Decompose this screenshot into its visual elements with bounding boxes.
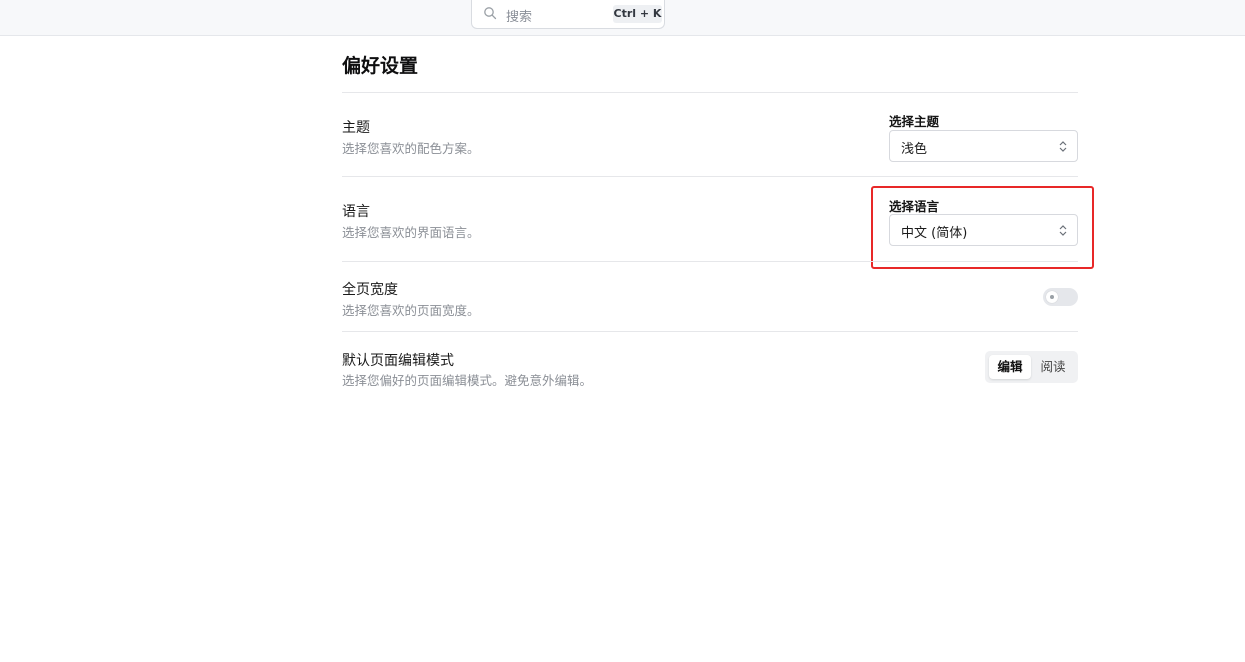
page-title: 偏好设置	[342, 55, 419, 77]
full-width-description: 选择您喜欢的页面宽度。	[342, 303, 480, 318]
theme-title: 主题	[342, 120, 370, 136]
row-divider	[342, 176, 1078, 177]
theme-description: 选择您喜欢的配色方案。	[342, 141, 480, 156]
full-width-toggle[interactable]	[1043, 288, 1078, 306]
title-divider	[342, 92, 1078, 93]
edit-mode-segmented-control: 编辑 阅读	[985, 351, 1078, 383]
theme-select[interactable]: 浅色	[889, 130, 1078, 162]
top-bar: 搜索 Ctrl + K	[0, 0, 1245, 36]
edit-mode-option-read[interactable]: 阅读	[1033, 355, 1073, 379]
language-title: 语言	[342, 204, 370, 220]
chevron-up-down-icon	[1059, 141, 1067, 152]
theme-select-value: 浅色	[901, 142, 928, 157]
edit-mode-option-edit[interactable]: 编辑	[989, 355, 1031, 379]
language-highlight-box	[871, 186, 1094, 269]
edit-mode-title: 默认页面编辑模式	[342, 353, 454, 369]
language-description: 选择您喜欢的界面语言。	[342, 225, 480, 240]
row-divider	[342, 261, 1078, 262]
search-placeholder: 搜索	[506, 10, 533, 25]
toggle-knob	[1046, 291, 1058, 303]
search-icon	[484, 7, 497, 20]
search-box[interactable]: 搜索 Ctrl + K	[471, 0, 665, 29]
row-divider	[342, 331, 1078, 332]
edit-mode-description: 选择您偏好的页面编辑模式。避免意外编辑。	[342, 373, 593, 388]
toggle-off-dot	[1050, 295, 1054, 299]
full-width-title: 全页宽度	[342, 282, 398, 298]
search-shortcut-badge: Ctrl + K	[613, 5, 662, 23]
theme-select-label: 选择主题	[889, 114, 940, 129]
